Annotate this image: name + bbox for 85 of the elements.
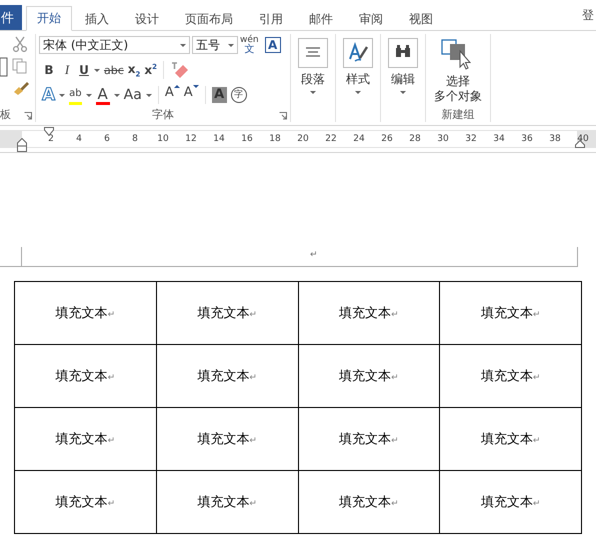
shrink-font-button[interactable]: A [184, 85, 199, 105]
editing-button[interactable]: 编辑 [388, 34, 418, 94]
ribbon-tab[interactable]: 开始 [26, 6, 72, 31]
character-border-button[interactable]: A [264, 37, 281, 53]
ruler-number: 40 [576, 134, 590, 144]
sub-button[interactable]: x$_{2}$ [128, 60, 140, 80]
ruler-number: 34 [492, 134, 506, 144]
ruler-number: 30 [436, 134, 450, 144]
enclose-characters-button[interactable]: 字 [230, 87, 247, 103]
ribbon-tab[interactable]: 邮件 [296, 7, 346, 31]
right-indent-marker[interactable] [575, 140, 585, 148]
table-cell: 填充文本↵ [298, 470, 440, 534]
table-cell: 填充文本↵ [440, 408, 582, 470]
table-cell: 填充文本↵ [440, 282, 582, 344]
table-cell: 填充文本↵ [156, 282, 298, 344]
dropdown-caret-icon[interactable] [146, 94, 152, 96]
strike-button[interactable]: abc [104, 60, 124, 80]
change-case-button[interactable]: Aa [124, 85, 142, 105]
table-cell: 填充文本↵ [298, 408, 440, 470]
binoculars-icon [388, 38, 418, 68]
paintbrush-icon[interactable] [12, 80, 30, 96]
sign-in-link[interactable]: 登 [582, 6, 596, 24]
ruler-number: 8 [131, 134, 139, 144]
ruler-number: 28 [408, 134, 422, 144]
styles-button[interactable]: 样式 [343, 34, 373, 94]
ribbon-tab[interactable]: 视图 [396, 7, 446, 31]
group-label: 新建组 [440, 107, 476, 122]
grow-font-button[interactable]: A [164, 85, 180, 105]
ribbon-tab[interactable]: 审阅 [346, 7, 396, 31]
table-cell: 填充文本↵ [156, 470, 298, 534]
ruler-number: 12 [184, 134, 198, 144]
table-cell: 填充文本↵ [156, 344, 298, 408]
sup-button[interactable]: x$^{2}$ [144, 60, 158, 80]
dropdown-caret-icon[interactable] [94, 68, 100, 72]
ribbon-tab[interactable]: 设计 [122, 7, 172, 31]
ruler-number: 4 [75, 134, 83, 144]
ruler-number: 36 [520, 134, 534, 144]
dialog-launcher-icon[interactable] [24, 112, 32, 120]
table-cell: 填充文本↵ [156, 408, 298, 470]
ruler-number: 32 [464, 134, 478, 144]
group-label: 字体 [151, 107, 175, 122]
ruler-number: 18 [268, 134, 282, 144]
ruler-number: 24 [352, 134, 366, 144]
table-cell: 填充文本↵ [298, 344, 440, 408]
character-shading-button[interactable]: A [212, 87, 227, 103]
font-color-button[interactable]: A [96, 85, 110, 105]
file-tab[interactable]: 件 [0, 5, 22, 30]
group-label: 板 [0, 107, 11, 122]
ruler-number: 6 [103, 134, 111, 144]
phonetic-guide-button[interactable]: wén 文 [240, 36, 259, 54]
highlight-button[interactable]: ab [69, 85, 82, 105]
ruler-number: 20 [296, 134, 310, 144]
ruler-number: 14 [212, 134, 226, 144]
table-cell: 填充文本↵ [440, 344, 582, 408]
table-cell: 填充文本↵ [440, 470, 582, 534]
table-cell: 填充文本↵ [14, 470, 156, 534]
text-effects-button[interactable]: A [42, 85, 56, 105]
table-cell: 填充文本↵ [298, 282, 440, 344]
dropdown-caret-icon[interactable] [59, 94, 66, 96]
table-cell: 填充文本↵ [14, 344, 156, 408]
ruler-number: 22 [324, 134, 338, 144]
underline-button[interactable]: U [78, 60, 90, 80]
ruler-number: 10 [156, 134, 170, 144]
styles-icon [343, 38, 373, 68]
table-cell: 填充文本↵ [14, 408, 156, 470]
eraser-icon[interactable] [170, 61, 190, 79]
font-name-dropdown[interactable]: 宋体 (中文正文) [39, 36, 190, 54]
ribbon-tab[interactable]: 插入 [72, 7, 122, 31]
font-size-dropdown[interactable]: 五号 [192, 36, 238, 54]
scissors-icon[interactable] [12, 36, 28, 52]
dropdown-caret-icon[interactable] [86, 94, 92, 96]
ruler-number: 38 [548, 134, 562, 144]
align-lines-icon [298, 38, 328, 68]
dialog-launcher-icon[interactable] [279, 112, 287, 120]
italic-button[interactable]: I [60, 60, 74, 80]
ribbon-tab[interactable]: 页面布局 [172, 7, 246, 31]
ruler-number: 16 [240, 134, 254, 144]
select-objects-button[interactable]: 选择 多个对象 [434, 34, 482, 104]
table-cell: 填充文本↵ [14, 282, 156, 344]
bold-button[interactable]: B [42, 60, 56, 80]
paragraph-mark: ↵ [310, 250, 318, 260]
paragraph-button[interactable]: 段落 [298, 34, 328, 94]
ribbon-tab[interactable]: 引用 [246, 7, 296, 31]
ruler-number: 26 [380, 134, 394, 144]
dropdown-caret-icon[interactable] [114, 94, 120, 96]
